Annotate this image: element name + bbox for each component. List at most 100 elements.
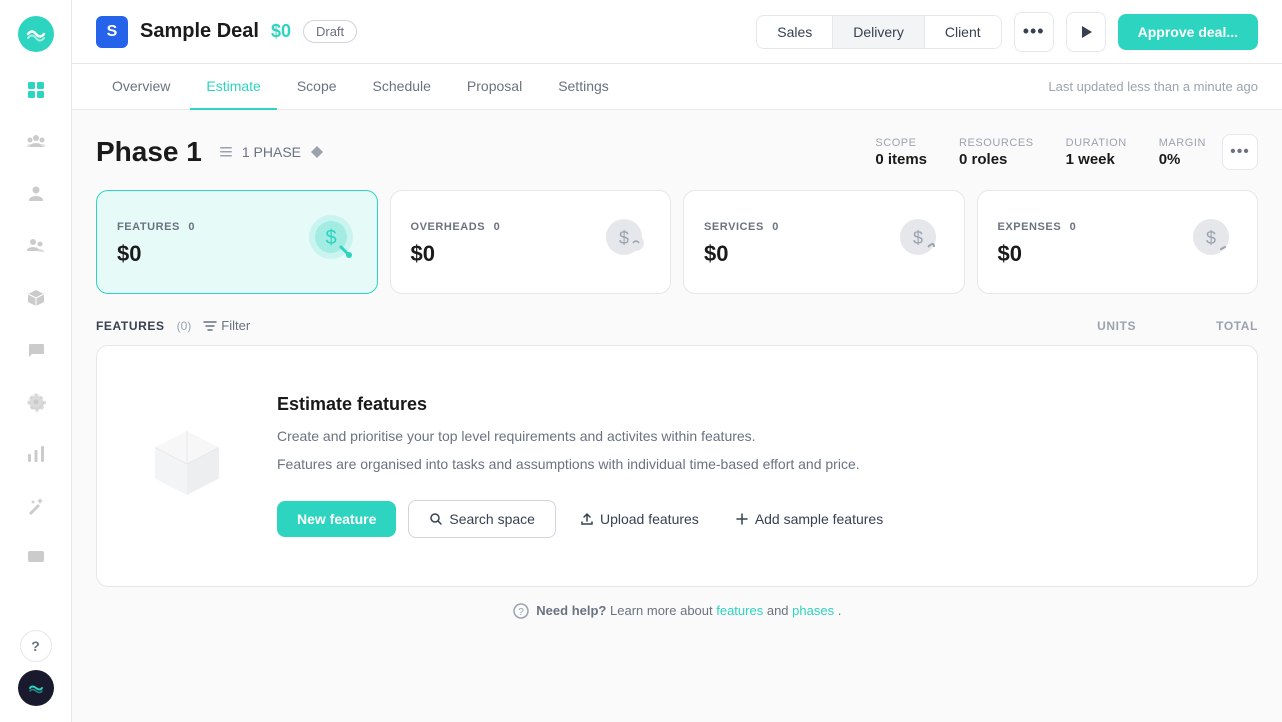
more-options-button[interactable]: •••: [1014, 12, 1054, 52]
tab-sales[interactable]: Sales: [757, 16, 833, 48]
deal-price: $0: [271, 21, 291, 42]
phase-meta: 1 PHASE: [218, 144, 325, 160]
services-icon: $: [892, 211, 944, 273]
phase-count-label: 1 PHASE: [242, 144, 301, 160]
margin-value: 0%: [1159, 151, 1206, 168]
sidebar-item-help[interactable]: ?: [20, 630, 52, 662]
filter-button[interactable]: Filter: [203, 318, 250, 333]
approve-deal-button[interactable]: Approve deal...: [1118, 14, 1258, 50]
sidebar-item-grid[interactable]: [14, 68, 58, 112]
nav-tab-scope[interactable]: Scope: [281, 64, 353, 110]
tab-client[interactable]: Client: [925, 16, 1001, 48]
features-columns: UNITS TOTAL: [1097, 319, 1258, 333]
card-overheads-info: OVERHEADS 0 $0: [411, 217, 500, 267]
svg-text:$: $: [325, 227, 336, 249]
search-space-button[interactable]: Search space: [408, 500, 556, 538]
resources-value: 0 roles: [959, 151, 1034, 168]
sidebar-item-audience[interactable]: [14, 120, 58, 164]
scope-label: SCOPE: [875, 137, 927, 149]
card-services-amount: $0: [704, 241, 778, 267]
plus-icon: [735, 512, 749, 526]
tab-delivery[interactable]: Delivery: [833, 16, 925, 48]
new-feature-button[interactable]: New feature: [277, 501, 396, 537]
margin-label: MARGIN: [1159, 137, 1206, 149]
content-area: Phase 1 1 PHASE SCOPE 0 items: [72, 110, 1282, 722]
phase-stats: SCOPE 0 items RESOURCES 0 roles DURATION…: [875, 137, 1206, 168]
footer-phases-link[interactable]: phases: [792, 603, 834, 618]
svg-text:$: $: [619, 228, 629, 248]
features-section-header: FEATURES (0) Filter UNITS TOTAL: [96, 318, 1258, 333]
ellipsis-icon: •••: [1023, 21, 1045, 42]
phase-more-button[interactable]: •••: [1222, 134, 1258, 170]
sidebar-item-team[interactable]: [14, 224, 58, 268]
features-section-count: (0): [177, 319, 192, 333]
card-features-label: FEATURES 0: [117, 217, 194, 235]
empty-state-content: Estimate features Create and prioritise …: [277, 394, 1217, 538]
resources-label: RESOURCES: [959, 137, 1034, 149]
empty-state-title: Estimate features: [277, 394, 1217, 415]
search-space-label: Search space: [449, 511, 535, 527]
header: S Sample Deal $0 Draft Sales Delivery Cl…: [72, 0, 1282, 64]
expenses-icon: $: [1185, 211, 1237, 273]
logo-letter: S: [107, 23, 118, 41]
upload-features-label: Upload features: [600, 511, 699, 527]
nav-tab-settings[interactable]: Settings: [542, 64, 625, 110]
empty-state-desc2: Features are organised into tasks and as…: [277, 453, 1217, 475]
svg-text:$: $: [912, 228, 922, 248]
empty-state-desc1: Create and prioritise your top level req…: [277, 425, 1217, 447]
overheads-icon: $: [598, 211, 650, 273]
empty-state: Estimate features Create and prioritise …: [96, 345, 1258, 587]
sidebar-item-settings[interactable]: [14, 380, 58, 424]
card-expenses-info: EXPENSES 0 $0: [998, 217, 1076, 267]
phase-ellipsis-icon: •••: [1230, 143, 1250, 161]
nav-tab-proposal[interactable]: Proposal: [451, 64, 538, 110]
card-features-amount: $0: [117, 241, 194, 267]
help-footer: ? Need help? Learn more about features a…: [96, 587, 1258, 636]
user-avatar[interactable]: [18, 670, 54, 706]
filter-icon: [203, 319, 217, 333]
footer-features-link[interactable]: features: [716, 603, 763, 618]
duration-label: DURATION: [1066, 137, 1127, 149]
col-units: UNITS: [1097, 319, 1136, 333]
card-expenses-amount: $0: [998, 241, 1076, 267]
card-services-label: SERVICES 0: [704, 217, 778, 235]
footer-learn-text: Learn more about: [610, 603, 716, 618]
card-expenses-label: EXPENSES 0: [998, 217, 1076, 235]
main-content: S Sample Deal $0 Draft Sales Delivery Cl…: [72, 0, 1282, 722]
nav-tab-schedule[interactable]: Schedule: [357, 64, 447, 110]
nav-tab-overview[interactable]: Overview: [96, 64, 186, 110]
svg-text:?: ?: [518, 607, 524, 618]
stat-margin: MARGIN 0%: [1159, 137, 1206, 168]
view-tab-group: Sales Delivery Client: [756, 15, 1001, 49]
sidebar-item-monitor[interactable]: [14, 536, 58, 580]
search-icon: [429, 512, 443, 526]
sidebar-item-wand[interactable]: [14, 484, 58, 528]
help-icon: ?: [513, 603, 529, 619]
upload-features-button[interactable]: Upload features: [568, 501, 711, 537]
sidebar-item-box[interactable]: [14, 276, 58, 320]
deal-logo: S: [96, 16, 128, 48]
features-section-label: FEATURES: [96, 319, 165, 333]
phase-header: Phase 1 1 PHASE SCOPE 0 items: [96, 134, 1258, 170]
stat-duration: DURATION 1 week: [1066, 137, 1127, 168]
col-total: TOTAL: [1216, 319, 1258, 333]
play-button[interactable]: [1066, 12, 1106, 52]
sidebar-item-reports[interactable]: [14, 432, 58, 476]
deal-title: Sample Deal: [140, 20, 259, 43]
card-expenses[interactable]: EXPENSES 0 $0 $: [977, 190, 1259, 294]
footer-and-text: and: [767, 603, 792, 618]
sidebar-logo-icon[interactable]: [18, 16, 54, 52]
card-features[interactable]: FEATURES 0 $0 $: [96, 190, 378, 294]
phase-title: Phase 1: [96, 136, 202, 168]
empty-state-icon: [137, 413, 237, 518]
scope-value: 0 items: [875, 151, 927, 168]
add-sample-features-button[interactable]: Add sample features: [723, 501, 895, 537]
card-services[interactable]: SERVICES 0 $0 $: [683, 190, 965, 294]
sidebar-item-chat[interactable]: [14, 328, 58, 372]
card-overheads-amount: $0: [411, 241, 500, 267]
card-overheads[interactable]: OVERHEADS 0 $0 $: [390, 190, 672, 294]
sidebar-item-person[interactable]: [14, 172, 58, 216]
footer-help-text: Need help?: [536, 603, 606, 618]
sidebar-bottom: ?: [18, 630, 54, 706]
nav-tab-estimate[interactable]: Estimate: [190, 64, 276, 110]
